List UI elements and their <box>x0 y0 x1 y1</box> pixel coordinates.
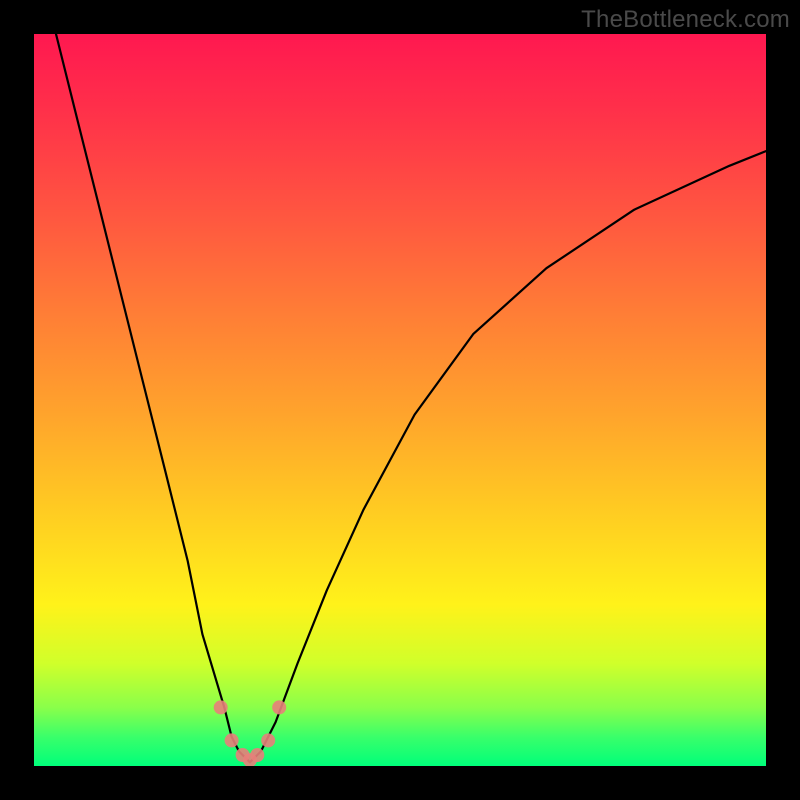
bottleneck-curve-svg <box>34 34 766 766</box>
marker-dot <box>272 700 286 714</box>
plot-area <box>34 34 766 766</box>
chart-frame: TheBottleneck.com <box>0 0 800 800</box>
marker-dot <box>214 700 228 714</box>
marker-dots-group <box>214 700 287 766</box>
marker-dot <box>225 733 239 747</box>
watermark-text: TheBottleneck.com <box>581 6 790 34</box>
marker-dot <box>261 733 275 747</box>
marker-dot <box>250 748 264 762</box>
bottleneck-curve-path <box>56 34 766 762</box>
